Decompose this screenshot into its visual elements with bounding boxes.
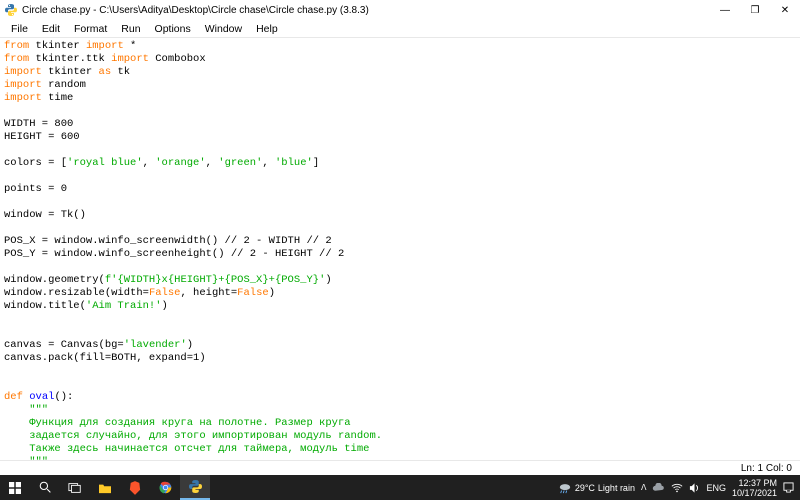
taskbar-app-explorer[interactable]: [90, 475, 120, 500]
menu-help[interactable]: Help: [249, 21, 285, 37]
start-button[interactable]: [0, 475, 30, 500]
tray-onedrive-icon[interactable]: [652, 483, 665, 492]
tray-notifications-icon[interactable]: [783, 482, 794, 493]
cursor-position: Ln: 1 Col: 0: [741, 463, 792, 474]
weather-temp: 29°C: [575, 483, 595, 493]
window-controls: — ❐ ✕: [710, 0, 800, 20]
weather-desc: Light rain: [598, 483, 635, 493]
menu-file[interactable]: File: [4, 21, 35, 37]
weather-widget[interactable]: 29°C Light rain: [558, 482, 635, 494]
tray-date: 10/17/2021: [732, 488, 777, 498]
tray-wifi-icon[interactable]: [671, 483, 683, 493]
taskbar-app-brave[interactable]: [120, 475, 150, 500]
menu-edit[interactable]: Edit: [35, 21, 67, 37]
taskbar-search[interactable]: [30, 475, 60, 500]
tray-language-icon[interactable]: ENG: [706, 483, 726, 493]
menu-options[interactable]: Options: [148, 21, 198, 37]
taskbar: 29°C Light rain ᐱ ENG 12:37 PM 10/17/202…: [0, 475, 800, 500]
tray-clock[interactable]: 12:37 PM 10/17/2021: [732, 478, 777, 498]
title-bar: Circle chase.py - C:\Users\Aditya\Deskto…: [0, 0, 800, 20]
menu-format[interactable]: Format: [67, 21, 114, 37]
tray-chevron-icon[interactable]: ᐱ: [641, 483, 646, 492]
app-icon: [4, 3, 18, 17]
window-title: Circle chase.py - C:\Users\Aditya\Deskto…: [22, 5, 710, 16]
taskbar-app-chrome[interactable]: [150, 475, 180, 500]
menu-bar: File Edit Format Run Options Window Help: [0, 20, 800, 38]
close-button[interactable]: ✕: [770, 0, 800, 20]
status-bar: Ln: 1 Col: 0: [0, 460, 800, 475]
system-tray: 29°C Light rain ᐱ ENG 12:37 PM 10/17/202…: [558, 478, 800, 498]
weather-icon: [558, 482, 572, 494]
menu-window[interactable]: Window: [198, 21, 249, 37]
tray-volume-icon[interactable]: [689, 483, 700, 493]
taskbar-taskview[interactable]: [60, 475, 90, 500]
taskbar-app-idle[interactable]: [180, 475, 210, 500]
menu-run[interactable]: Run: [114, 21, 147, 37]
maximize-button[interactable]: ❐: [740, 0, 770, 20]
code-editor[interactable]: from tkinter import * from tkinter.ttk i…: [0, 38, 800, 460]
tray-time: 12:37 PM: [732, 478, 777, 488]
minimize-button[interactable]: —: [710, 0, 740, 20]
